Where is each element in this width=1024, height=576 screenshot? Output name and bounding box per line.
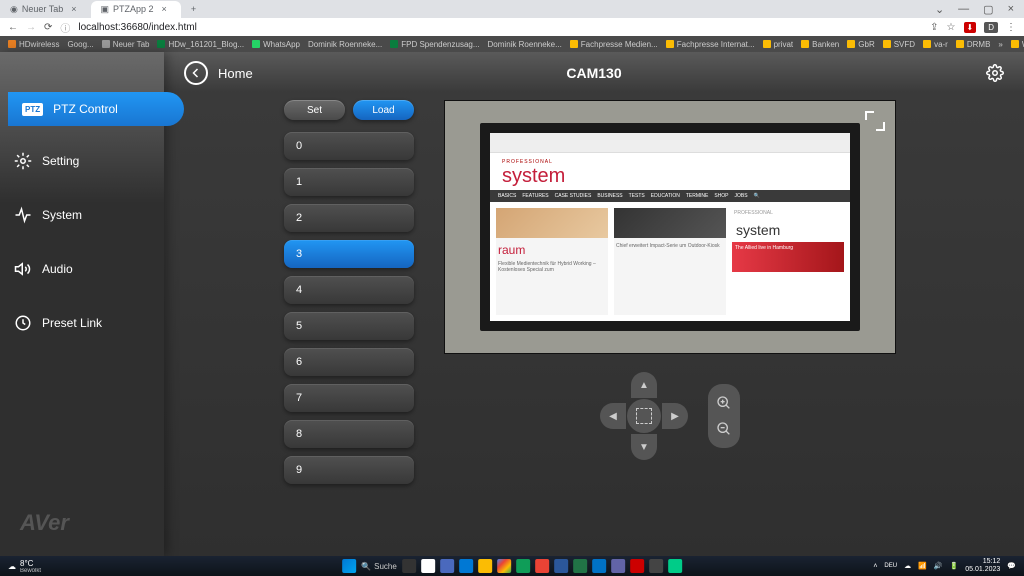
bookmarks-bar: HDwireless Goog... Neuer Tab HDw_161201_… (0, 36, 1024, 52)
preset-5[interactable]: 5 (284, 312, 414, 340)
volume-icon[interactable]: 🔊 (934, 562, 943, 570)
preset-1[interactable]: 1 (284, 168, 414, 196)
url-field[interactable]: localhost:36680/index.html (78, 22, 196, 33)
zoom-controls (708, 384, 740, 448)
close-icon[interactable]: × (67, 4, 80, 14)
home-label: Home (218, 66, 253, 81)
profile-badge[interactable]: D (984, 22, 998, 33)
taskbar-app-icon[interactable] (421, 559, 435, 573)
ptz-icon: PTZ (22, 103, 43, 116)
zoom-in-button[interactable] (713, 392, 735, 414)
filezilla-icon[interactable] (630, 559, 644, 573)
start-button[interactable] (342, 559, 356, 573)
main-panel: Home CAM130 Set Load 0 1 2 3 4 5 6 7 8 9 (164, 52, 1024, 556)
taskbar-center: 🔍Suche (342, 559, 682, 573)
speaker-icon (14, 260, 32, 278)
system-tray: ˄ DEU ☁ 📶 🔊 🔋 15:12 05.01.2023 💬 (873, 558, 1016, 574)
clock[interactable]: 15:12 05.01.2023 (965, 558, 1000, 574)
window-maximize-icon[interactable]: ▢ (983, 3, 993, 16)
content: Set Load 0 1 2 3 4 5 6 7 8 9 (164, 94, 1024, 556)
video-preview: PROFESSIONAL system BASICSFEATURESCASE S… (444, 100, 896, 354)
window-minimize-icon[interactable]: — (958, 3, 969, 16)
zoom-out-button[interactable] (713, 418, 735, 440)
tab-strip: ◉Neuer Tab× ▣PTZApp 2× + ⌄ — ▢ × (0, 0, 1024, 18)
search-button[interactable]: 🔍Suche (361, 559, 397, 573)
wifi-icon[interactable]: 📶 (918, 562, 927, 570)
language-indicator[interactable]: DEU (884, 563, 897, 569)
tray-chevron-icon[interactable]: ˄ (873, 563, 877, 570)
preset-7[interactable]: 7 (284, 384, 414, 412)
taskbar-app-icon[interactable] (535, 559, 549, 573)
settings-button[interactable] (986, 64, 1004, 82)
address-bar: ← → ⟳ ⓘ localhost:36680/index.html ⇪ ☆ ⬇… (0, 18, 1024, 36)
sidebar-item-audio[interactable]: Audio (0, 250, 164, 288)
pan-up-button[interactable]: ▲ (631, 372, 657, 398)
sidebar-item-preset-link[interactable]: Preset Link (0, 304, 164, 342)
weather-widget[interactable]: ☁ 8°C Bewölkt (8, 559, 41, 574)
extension-icon[interactable]: ⬇ (964, 22, 977, 33)
fullscreen-button[interactable] (865, 111, 885, 131)
window-close-icon[interactable]: × (1008, 3, 1014, 16)
teams-icon[interactable] (611, 559, 625, 573)
browser-chrome: ◉Neuer Tab× ▣PTZApp 2× + ⌄ — ▢ × ← → ⟳ ⓘ… (0, 0, 1024, 52)
dpad: ▲ ▼ ◀ ▶ (600, 372, 688, 460)
ptz-app: PTZ PTZ Control Setting System Audio Pre… (0, 52, 1024, 556)
nav-back-icon[interactable]: ← (8, 22, 18, 33)
preset-4[interactable]: 4 (284, 276, 414, 304)
share-icon[interactable]: ⇪ (930, 22, 938, 33)
notifications-icon[interactable]: 💬 (1007, 562, 1016, 570)
excel-icon[interactable] (573, 559, 587, 573)
preset-8[interactable]: 8 (284, 420, 414, 448)
sidebar: PTZ PTZ Control Setting System Audio Pre… (0, 52, 164, 556)
star-icon[interactable]: ☆ (947, 22, 956, 33)
arrow-left-icon (190, 67, 202, 79)
battery-icon[interactable]: 🔋 (950, 562, 959, 570)
preset-6[interactable]: 6 (284, 348, 414, 376)
nav-forward-icon[interactable]: → (26, 22, 36, 33)
back-button[interactable] (184, 61, 208, 85)
set-button[interactable]: Set (284, 100, 345, 120)
preset-list: Set Load 0 1 2 3 4 5 6 7 8 9 (284, 100, 414, 556)
taskbar-app-icon[interactable] (649, 559, 663, 573)
camera-feed-content: PROFESSIONAL system BASICSFEATURESCASE S… (480, 123, 860, 331)
taskbar: ☁ 8°C Bewölkt 🔍Suche ˄ DEU ☁ 📶 🔊 🔋 15:12 (0, 556, 1024, 576)
pan-down-button[interactable]: ▼ (631, 434, 657, 460)
pan-left-button[interactable]: ◀ (600, 403, 626, 429)
chrome-icon[interactable] (497, 559, 511, 573)
camera-title: CAM130 (566, 65, 621, 81)
preset-3[interactable]: 3 (284, 240, 414, 268)
taskbar-app-icon[interactable] (459, 559, 473, 573)
close-icon[interactable]: × (158, 4, 171, 14)
task-view-icon[interactable] (402, 559, 416, 573)
new-tab-button[interactable]: + (181, 1, 206, 17)
sidebar-item-setting[interactable]: Setting (0, 142, 164, 180)
word-icon[interactable] (554, 559, 568, 573)
menu-icon[interactable]: ⋮ (1006, 22, 1016, 33)
load-button[interactable]: Load (353, 100, 414, 120)
tab-ptzapp[interactable]: ▣PTZApp 2× (91, 1, 181, 18)
topbar: Home CAM130 (164, 52, 1024, 94)
brand-logo: AVer (0, 490, 164, 556)
sidebar-item-ptz-control[interactable]: PTZ PTZ Control (8, 92, 184, 126)
taskbar-app-icon[interactable] (440, 559, 454, 573)
preset-link-icon (14, 314, 32, 332)
onedrive-icon[interactable]: ☁ (904, 562, 911, 570)
reload-icon[interactable]: ⟳ (44, 22, 52, 33)
pulse-icon (14, 206, 32, 224)
preset-2[interactable]: 2 (284, 204, 414, 232)
preset-0[interactable]: 0 (284, 132, 414, 160)
taskbar-app-icon[interactable] (668, 559, 682, 573)
gear-icon (14, 152, 32, 170)
file-explorer-icon[interactable] (478, 559, 492, 573)
preset-9[interactable]: 9 (284, 456, 414, 484)
window-chevron-icon[interactable]: ⌄ (935, 3, 944, 16)
taskbar-app-icon[interactable] (516, 559, 530, 573)
viewer: PROFESSIONAL system BASICSFEATURESCASE S… (444, 94, 896, 556)
sidebar-item-system[interactable]: System (0, 196, 164, 234)
ptz-controls: ▲ ▼ ◀ ▶ (444, 372, 896, 460)
home-position-button[interactable] (627, 399, 661, 433)
outlook-icon[interactable] (592, 559, 606, 573)
pan-right-button[interactable]: ▶ (662, 403, 688, 429)
tab-new[interactable]: ◉Neuer Tab× (0, 1, 91, 18)
